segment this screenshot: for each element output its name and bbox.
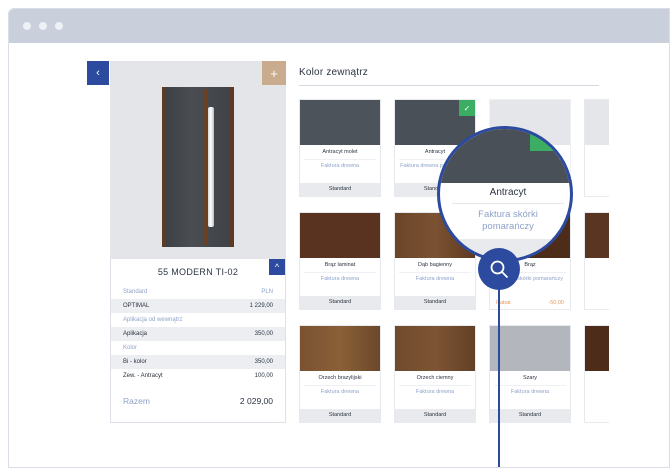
divider xyxy=(452,203,564,204)
summary-row-value: 1 229,00 xyxy=(249,303,273,309)
color-swatch xyxy=(395,326,475,371)
search-icon xyxy=(490,260,508,278)
color-swatch xyxy=(490,326,570,371)
magnified-texture-line: Faktura skórki xyxy=(478,209,538,220)
color-texture: Faktura drewna xyxy=(304,385,376,409)
color-name: Szary xyxy=(522,375,538,381)
magnifier-handle-line xyxy=(498,289,500,467)
summary-row-label: Aplikacja xyxy=(123,331,148,337)
chevron-up-icon: ^ xyxy=(274,262,280,272)
magnified-check xyxy=(530,129,570,151)
color-card-partial[interactable] xyxy=(584,325,609,423)
color-texture: Faktura drewna xyxy=(304,159,376,183)
color-name: Antracyt molet xyxy=(322,149,358,155)
color-texture: Faktura drewna xyxy=(304,272,376,296)
color-name: Orzech ciemny xyxy=(416,375,454,381)
color-card-partial[interactable] xyxy=(584,212,609,310)
color-tier: Standard xyxy=(300,409,380,422)
discount-row: Rabat -50,00 xyxy=(490,296,570,309)
summary-header-right: PLN xyxy=(261,289,273,295)
window-dot xyxy=(39,22,47,30)
divider xyxy=(299,85,599,86)
window-titlebar xyxy=(9,9,669,43)
color-texture: Faktura drewna xyxy=(494,385,566,409)
summary-section: Kolor xyxy=(111,341,285,355)
product-name: 55 MODERN TI-02 xyxy=(157,267,239,277)
color-tier: Standard xyxy=(395,296,475,309)
door-accent-strip xyxy=(204,89,207,245)
color-texture: Faktura drewna xyxy=(399,385,471,409)
color-texture: Faktura drewna xyxy=(399,272,471,296)
color-card-partial[interactable] xyxy=(584,99,609,197)
door-frame xyxy=(162,87,234,247)
summary-row: OPTIMAL 1 229,00 xyxy=(111,299,285,313)
window-dot xyxy=(23,22,31,30)
summary-header: Standard PLN xyxy=(111,285,285,299)
color-tier: Standard xyxy=(300,183,380,196)
color-card-szary[interactable]: Szary Faktura drewna Standard xyxy=(489,325,571,423)
collapse-summary-button[interactable]: ^ xyxy=(269,259,285,275)
total-label: Razem xyxy=(123,396,150,406)
configurator: ‹ + ^ 55 MODERN TI-02 Standard PLN OPTIM… xyxy=(9,43,669,467)
summary-row-label: Zew. - Antracyt xyxy=(123,373,163,379)
summary-row-value: 350,00 xyxy=(254,331,273,337)
door-preview: + xyxy=(110,61,286,259)
color-tier: Standard xyxy=(300,296,380,309)
color-card-orzech-ciemny[interactable]: Orzech ciemny Faktura drewna Standard xyxy=(394,325,476,423)
color-name: Dąb bagienny xyxy=(418,262,452,268)
color-tier: Standard xyxy=(490,409,570,422)
magnifier-lens: Antracyt Faktura skórki pomarańczy xyxy=(437,126,573,262)
magnified-texture: Faktura skórki pomarańczy xyxy=(440,209,570,233)
color-swatch xyxy=(585,100,609,145)
color-swatch xyxy=(300,326,380,371)
check-icon: ✓ xyxy=(459,100,475,116)
plus-icon: + xyxy=(270,65,278,81)
total-value: 2 029,00 xyxy=(239,396,273,406)
magnifier-button[interactable] xyxy=(478,248,520,290)
door-handle xyxy=(208,107,214,227)
color-card-orzech-brazylijski[interactable]: Orzech brazylijski Faktura drewna Standa… xyxy=(299,325,381,423)
summary-row: Aplikacja 350,00 xyxy=(111,327,285,341)
color-tier: Standard xyxy=(395,409,475,422)
zoom-plus-button[interactable]: + xyxy=(262,61,286,85)
color-card-braz-laminat[interactable]: Brąz laminat Faktura drewna Standard xyxy=(299,212,381,310)
summary-row-value: 100,00 xyxy=(254,373,273,379)
discount-value: -50,00 xyxy=(548,299,564,306)
summary-row-value: 350,00 xyxy=(254,359,273,365)
price-summary: ^ 55 MODERN TI-02 Standard PLN OPTIMAL 1… xyxy=(110,259,286,423)
summary-section-label: Aplikacja od wewnątrz xyxy=(123,317,183,323)
color-name: Brąz laminat xyxy=(324,262,356,268)
summary-total: Razem 2 029,00 xyxy=(111,391,285,411)
summary-row: Zew. - Antracyt 100,00 xyxy=(111,369,285,383)
magnified-name: Antracyt xyxy=(489,187,527,198)
browser-window: ‹ + ^ 55 MODERN TI-02 Standard PLN OPTIM… xyxy=(8,8,670,468)
color-swatch xyxy=(585,326,609,371)
summary-header-left: Standard xyxy=(123,289,148,295)
color-name: Orzech brazylijski xyxy=(318,375,362,381)
color-swatch xyxy=(300,100,380,145)
section-title: Kolor zewnątrz xyxy=(299,67,368,78)
door-image xyxy=(162,87,234,247)
prev-product-button[interactable]: ‹ xyxy=(87,61,109,85)
window-dot xyxy=(55,22,63,30)
summary-section: Aplikacja od wewnątrz xyxy=(111,313,285,327)
color-card-antracyt-molet[interactable]: Antracyt molet Faktura drewna Standard xyxy=(299,99,381,197)
color-swatch xyxy=(585,213,609,258)
summary-row: Bi - kolor 350,00 xyxy=(111,355,285,369)
summary-row-label: Bi - kolor xyxy=(123,359,147,365)
summary-row-label: OPTIMAL xyxy=(123,303,150,309)
magnified-texture-line: pomarańczy xyxy=(482,221,534,232)
summary-section-label: Kolor xyxy=(123,345,138,351)
color-swatch xyxy=(300,213,380,258)
chevron-left-icon: ‹ xyxy=(96,67,100,79)
